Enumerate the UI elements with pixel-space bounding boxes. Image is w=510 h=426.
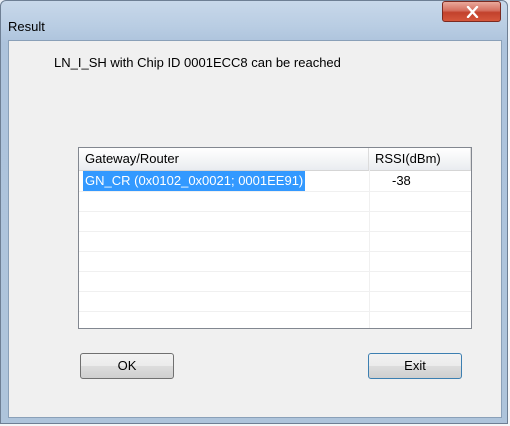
ok-button[interactable]: OK: [80, 353, 174, 379]
row-divider: [79, 191, 471, 192]
row-divider: [79, 231, 471, 232]
column-header-gateway[interactable]: Gateway/Router: [79, 148, 369, 170]
close-x-icon: [466, 6, 479, 18]
column-divider: [369, 170, 370, 328]
window-title: Result: [8, 19, 45, 34]
gateway-list[interactable]: Gateway/Router RSSI(dBm) GN_CR (0x0102_0…: [78, 147, 472, 329]
close-button[interactable]: [442, 1, 501, 22]
rssi-cell[interactable]: -38: [392, 171, 411, 191]
reachability-message: LN_I_SH with Chip ID 0001ECC8 can be rea…: [54, 55, 341, 70]
row-divider: [79, 211, 471, 212]
row-divider: [79, 291, 471, 292]
title-bar[interactable]: Result: [0, 0, 510, 34]
row-divider: [79, 251, 471, 252]
gateway-cell[interactable]: GN_CR (0x0102_0x0021; 0001EE91): [83, 171, 306, 191]
exit-button[interactable]: Exit: [368, 353, 462, 379]
row-divider: [79, 311, 471, 312]
row-divider: [79, 271, 471, 272]
column-header-rssi[interactable]: RSSI(dBm): [369, 148, 471, 170]
result-dialog: Result LN_I_SH with Chip ID 0001ECC8 can…: [0, 0, 510, 426]
list-header: Gateway/Router RSSI(dBm): [79, 148, 471, 171]
table-row[interactable]: GN_CR (0x0102_0x0021; 0001EE91) -38: [79, 171, 471, 191]
